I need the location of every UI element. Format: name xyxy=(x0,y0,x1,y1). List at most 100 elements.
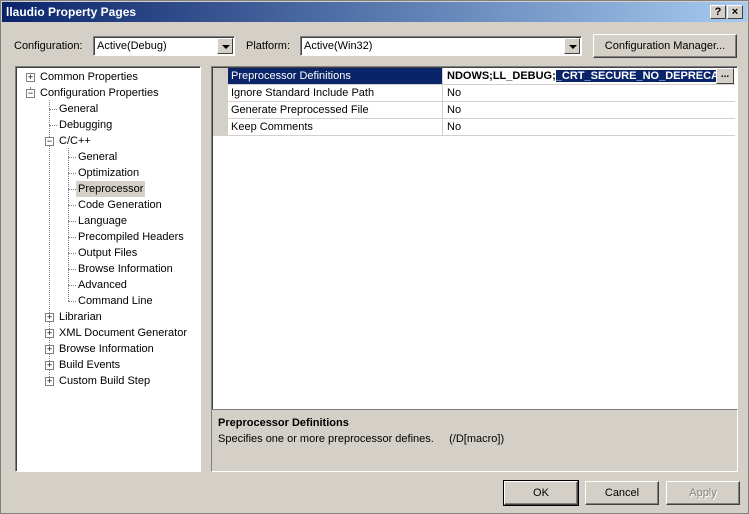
chevron-down-icon[interactable] xyxy=(217,38,233,54)
tree-item-label: Configuration Properties xyxy=(40,87,159,99)
tree-item-xml-document-generator[interactable]: + XML Document Generator xyxy=(16,325,196,341)
expand-icon[interactable]: + xyxy=(26,73,35,82)
platform-label: Platform: xyxy=(246,40,291,52)
property-name: Ignore Standard Include Path xyxy=(228,85,443,101)
configuration-value: Active(Debug) xyxy=(97,40,167,52)
tree-guide xyxy=(49,125,57,126)
property-name: Keep Comments xyxy=(228,119,443,135)
description-title: Preprocessor Definitions xyxy=(218,417,349,429)
description-text: Specifies one or more preprocessor defin… xyxy=(218,433,505,445)
collapse-icon[interactable]: − xyxy=(45,137,54,146)
help-icon: ? xyxy=(714,6,722,18)
help-button[interactable]: ? xyxy=(710,5,726,19)
close-button[interactable]: × xyxy=(727,5,743,19)
chevron-down-icon[interactable] xyxy=(564,38,580,54)
tree-item-label: General xyxy=(78,151,118,163)
tree-item-label: C/C++ xyxy=(59,135,91,147)
tree-item-label: Librarian xyxy=(59,311,102,323)
expand-icon[interactable]: + xyxy=(45,313,54,322)
platform-select[interactable]: Active(Win32) xyxy=(300,36,582,56)
tree-item-label: Build Events xyxy=(59,359,121,371)
tree-item-librarian[interactable]: + Librarian xyxy=(16,309,196,325)
row-gutter xyxy=(213,102,228,118)
property-value-selected-text: _CRT_SECURE_NO_DEPRECATE xyxy=(555,70,733,82)
property-tree[interactable]: + Common Properties − Configuration Prop… xyxy=(15,66,201,472)
property-row-preprocessor-definitions[interactable]: Preprocessor Definitions NDOWS;LL_DEBUG;… xyxy=(213,68,735,85)
tree-item-custom-build-step[interactable]: + Custom Build Step xyxy=(16,373,196,389)
tree-item-advanced[interactable]: Advanced xyxy=(16,277,196,293)
tree-item-optimization[interactable]: Optimization xyxy=(16,165,196,181)
tree-item-cpp-browse-information[interactable]: Browse Information xyxy=(16,261,196,277)
collapse-icon[interactable]: − xyxy=(26,89,35,98)
property-pages-dialog: llaudio Property Pages ? × Configuration… xyxy=(0,0,749,514)
tree-guide xyxy=(68,269,76,270)
property-row-keep-comments[interactable]: Keep Comments No xyxy=(213,119,735,136)
tree-guide xyxy=(68,253,76,254)
tree-item-label: Code Generation xyxy=(78,199,162,211)
tree-item-common-properties[interactable]: + Common Properties xyxy=(16,69,196,85)
apply-label: Apply xyxy=(689,487,717,499)
title-bar: llaudio Property Pages ? × xyxy=(2,2,747,22)
property-grid[interactable]: Preprocessor Definitions NDOWS;LL_DEBUG;… xyxy=(211,66,738,411)
expand-icon[interactable]: + xyxy=(45,345,54,354)
configuration-select[interactable]: Active(Debug) xyxy=(93,36,235,56)
property-value[interactable]: No xyxy=(444,102,735,118)
expand-icon[interactable]: + xyxy=(45,377,54,386)
tree-item-label: Command Line xyxy=(78,295,153,307)
tree-guide xyxy=(68,237,76,238)
ok-button[interactable]: OK xyxy=(503,480,579,506)
tree-item-label: Browse Information xyxy=(78,263,173,275)
tree-item-cpp[interactable]: − C/C++ xyxy=(16,133,196,149)
tree-item-label: XML Document Generator xyxy=(59,327,187,339)
property-name: Generate Preprocessed File xyxy=(228,102,443,118)
tree-item-browse-information[interactable]: + Browse Information xyxy=(16,341,196,357)
tree-guide xyxy=(68,189,76,190)
apply-button[interactable]: Apply xyxy=(666,481,740,505)
tree-guide xyxy=(68,173,76,174)
tree-item-configuration-properties[interactable]: − Configuration Properties xyxy=(16,85,196,101)
tree-item-language[interactable]: Language xyxy=(16,213,196,229)
expand-icon[interactable]: + xyxy=(45,361,54,370)
tree-item-output-files[interactable]: Output Files xyxy=(16,245,196,261)
row-gutter xyxy=(213,119,228,135)
tree-guide xyxy=(68,157,76,158)
tree-item-label: Precompiled Headers xyxy=(78,231,184,243)
tree-item-general[interactable]: General xyxy=(16,101,196,117)
tree-item-build-events[interactable]: + Build Events xyxy=(16,357,196,373)
expand-icon[interactable]: + xyxy=(45,329,54,338)
tree-item-label: Browse Information xyxy=(59,343,154,355)
tree-item-code-generation[interactable]: Code Generation xyxy=(16,197,196,213)
tree-item-label: General xyxy=(59,103,99,115)
ellipsis-button[interactable]: ... xyxy=(716,68,734,84)
tree-item-label: Common Properties xyxy=(40,71,138,83)
close-icon: × xyxy=(731,6,739,18)
tree-guide xyxy=(68,301,76,302)
tree-item-command-line[interactable]: Command Line xyxy=(16,293,196,309)
property-row-ignore-standard-include-path[interactable]: Ignore Standard Include Path No xyxy=(213,85,735,102)
tree-item-debugging[interactable]: Debugging xyxy=(16,117,196,133)
configuration-manager-button[interactable]: Configuration Manager... xyxy=(593,34,737,58)
row-gutter xyxy=(213,68,228,84)
tree-item-label: Debugging xyxy=(59,119,113,131)
tree-item-label: Optimization xyxy=(78,167,140,179)
property-value[interactable]: No xyxy=(444,85,735,101)
property-value-input[interactable]: NDOWS;LL_DEBUG;_CRT_SECURE_NO_DEPRECATE xyxy=(444,68,735,84)
tree-guide xyxy=(68,205,76,206)
tree-item-label: Language xyxy=(78,215,127,227)
tree-item-cpp-general[interactable]: General xyxy=(16,149,196,165)
tree-item-preprocessor[interactable]: Preprocessor xyxy=(16,181,196,197)
platform-value: Active(Win32) xyxy=(304,40,373,52)
property-row-generate-preprocessed-file[interactable]: Generate Preprocessed File No xyxy=(213,102,735,119)
property-value-text: NDOWS;LL_DEBUG; xyxy=(447,70,556,82)
tree-item-label: Preprocessor xyxy=(76,181,146,197)
configuration-manager-label: Configuration Manager... xyxy=(604,40,726,52)
tree-item-precompiled-headers[interactable]: Precompiled Headers xyxy=(16,229,196,245)
row-gutter xyxy=(213,85,228,101)
tree-guide xyxy=(68,221,76,222)
configuration-label: Configuration: xyxy=(14,40,83,52)
property-name: Preprocessor Definitions xyxy=(228,68,443,84)
description-panel: Preprocessor Definitions Specifies one o… xyxy=(211,409,738,472)
cancel-button[interactable]: Cancel xyxy=(585,481,659,505)
property-value[interactable]: No xyxy=(444,119,735,135)
tree-guide xyxy=(68,285,76,286)
